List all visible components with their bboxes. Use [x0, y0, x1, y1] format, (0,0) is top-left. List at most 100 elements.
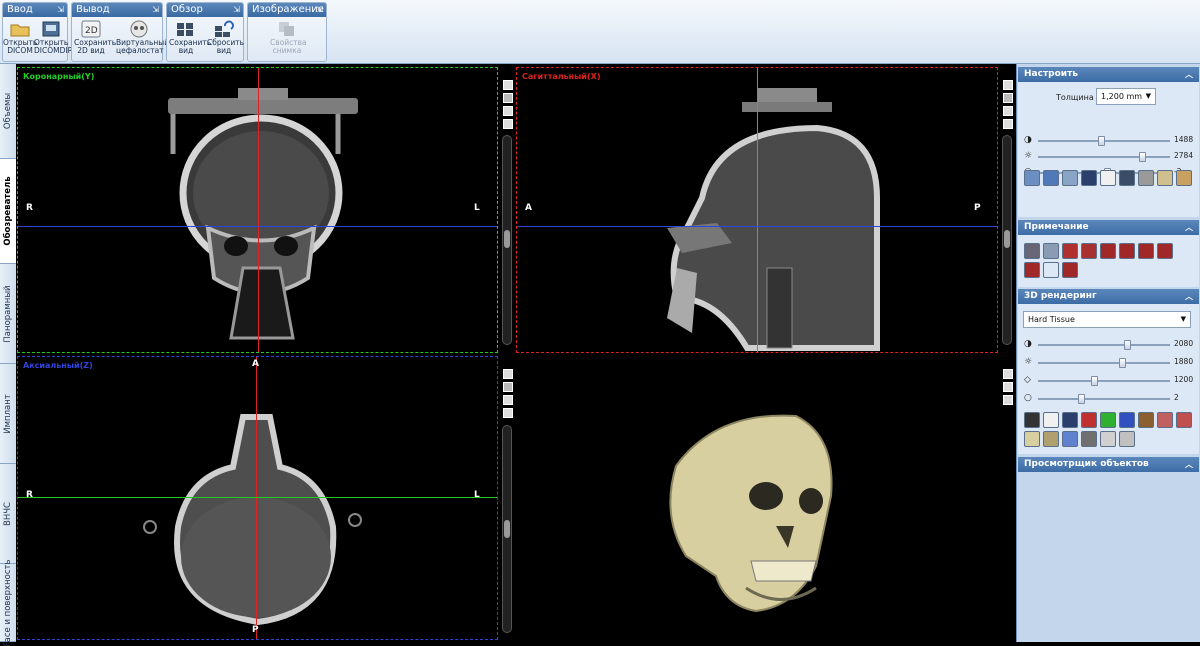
collapse-icon[interactable]: ︿	[1185, 220, 1193, 235]
sphere-icon[interactable]	[1081, 431, 1097, 447]
reset-icon[interactable]	[503, 408, 513, 418]
image-mode-icon[interactable]	[1100, 170, 1116, 186]
collapse-icon[interactable]: ︿	[1185, 67, 1193, 82]
slider-track[interactable]	[1038, 358, 1170, 368]
angle-tool-icon[interactable]	[1043, 243, 1059, 259]
annotation-section-header[interactable]: Примечание ︿	[1018, 220, 1199, 235]
camera-icon[interactable]	[503, 106, 513, 116]
slider-track[interactable]	[1038, 340, 1170, 350]
slider-track[interactable]	[1038, 394, 1170, 404]
window-icon[interactable]	[1062, 412, 1078, 428]
collapse-icon[interactable]: ︿	[1185, 457, 1193, 472]
rotate-tool-icon[interactable]	[1062, 170, 1078, 186]
hand-tool-icon[interactable]	[1157, 170, 1173, 186]
slider-track[interactable]	[1038, 152, 1170, 162]
measure-tool-icon[interactable]	[1176, 170, 1192, 186]
expand-icon[interactable]: ⇲	[316, 3, 323, 17]
render-mode-icon[interactable]	[503, 93, 513, 103]
slider-track[interactable]	[1038, 376, 1170, 386]
ellipse-tool-icon[interactable]	[1119, 243, 1135, 259]
coronal-crosshair-line[interactable]	[18, 497, 497, 498]
slider-handle[interactable]	[1098, 136, 1105, 146]
render-mode-icon[interactable]	[503, 382, 513, 392]
tab-implant[interactable]: Имплант	[0, 364, 16, 464]
density-tool-icon[interactable]	[1024, 262, 1040, 278]
pan-tool-icon[interactable]	[1043, 170, 1059, 186]
sagittal-viewport[interactable]: Сагиттальный(X) A P	[516, 67, 998, 353]
ruler-tool-icon[interactable]	[1024, 243, 1040, 259]
reset-icon[interactable]	[1003, 119, 1013, 129]
image-properties-button[interactable]: Свойства снимка	[270, 19, 307, 61]
palette-icon[interactable]	[1062, 431, 1078, 447]
light-icon[interactable]	[1043, 412, 1059, 428]
reset-icon[interactable]	[1003, 395, 1013, 405]
box-red-icon[interactable]	[1176, 412, 1192, 428]
adjust-section-header[interactable]: Настроить ︿	[1018, 67, 1199, 82]
polyline-tool-icon[interactable]	[1138, 243, 1154, 259]
frame-icon[interactable]	[1119, 170, 1135, 186]
note-tool-icon[interactable]	[1081, 243, 1097, 259]
coronal-crosshair-line[interactable]	[757, 68, 758, 352]
render-image-icon[interactable]	[1024, 412, 1040, 428]
axial-viewport[interactable]: Аксиальный(Z) R L A P	[17, 356, 498, 640]
expand-icon[interactable]: ⇲	[57, 3, 64, 17]
cube-icon[interactable]	[1138, 412, 1154, 428]
maximize-icon[interactable]	[503, 80, 513, 90]
eraser-icon[interactable]	[1119, 431, 1135, 447]
render-mode-icon[interactable]	[1003, 93, 1013, 103]
scroll-thumb[interactable]	[504, 520, 510, 538]
collapse-icon[interactable]: ︿	[1185, 289, 1193, 304]
pan-cephalo-icon[interactable]	[1138, 170, 1154, 186]
coronal-slice-scrollbar[interactable]	[502, 135, 512, 345]
sagittal-crosshair-line[interactable]	[258, 68, 259, 352]
tab-face-surface[interactable]: Face и поверхность	[0, 559, 16, 646]
slider-handle[interactable]	[1119, 358, 1126, 368]
sagittal-crosshair-line[interactable]	[256, 357, 257, 639]
clip-green-icon[interactable]	[1100, 412, 1116, 428]
expand-icon[interactable]: ⇲	[152, 3, 159, 17]
slider-handle[interactable]	[1091, 376, 1098, 386]
save-2d-view-button[interactable]: 2D Сохранить 2D вид	[74, 19, 116, 61]
axial-crosshair-line[interactable]	[517, 226, 997, 227]
open-dicomdir-button[interactable]: Открыть DICOMDIR	[34, 19, 73, 61]
point-tool-icon[interactable]	[1043, 262, 1059, 278]
camera-icon[interactable]	[1003, 382, 1013, 392]
slider-handle[interactable]	[1078, 394, 1085, 404]
3d-render-viewport[interactable]	[516, 356, 998, 640]
open-dicom-button[interactable]: Открыть DICOM	[3, 19, 37, 61]
maximize-icon[interactable]	[1003, 369, 1013, 379]
slider-handle[interactable]	[1124, 340, 1131, 350]
virtual-cephalostat-button[interactable]: Виртуальный цефалостат	[116, 19, 169, 61]
maximize-icon[interactable]	[1003, 80, 1013, 90]
slider-track[interactable]	[1038, 136, 1170, 146]
object-viewer-section-header[interactable]: Просмотрщик объектов ︿	[1018, 457, 1199, 472]
scroll-thumb[interactable]	[504, 230, 510, 248]
save-view-button[interactable]: Сохранить вид	[169, 19, 211, 61]
window-level-icon[interactable]	[1081, 170, 1097, 186]
tab-panoramic[interactable]: Панорамный	[0, 264, 16, 364]
axial-slice-scrollbar[interactable]	[502, 425, 512, 633]
reset-view-button[interactable]: Сбросить вид	[207, 19, 244, 61]
expand-icon[interactable]: ⇲	[233, 3, 240, 17]
axial-crosshair-line[interactable]	[18, 226, 497, 227]
camera-icon[interactable]	[503, 395, 513, 405]
clip-blue-icon[interactable]	[1119, 412, 1135, 428]
crop-box-icon[interactable]	[1157, 412, 1173, 428]
tab-volumes[interactable]: Объемы	[0, 64, 16, 159]
skull-icon[interactable]	[1024, 431, 1040, 447]
tab-viewer[interactable]: Обозреватель	[0, 159, 16, 264]
reset-icon[interactable]	[503, 119, 513, 129]
skull-soft-icon[interactable]	[1043, 431, 1059, 447]
slider-handle[interactable]	[1139, 152, 1146, 162]
sagittal-slice-scrollbar[interactable]	[1002, 135, 1012, 345]
thickness-select[interactable]: 1,200 mm ▼	[1096, 88, 1156, 105]
arrow-tool-icon[interactable]	[1100, 243, 1116, 259]
scroll-thumb[interactable]	[1004, 230, 1010, 248]
area-tool-icon[interactable]	[1157, 243, 1173, 259]
coronal-viewport[interactable]: Коронарный(Y) R L	[17, 67, 498, 353]
clip-red-icon[interactable]	[1081, 412, 1097, 428]
camera-icon[interactable]	[1003, 106, 1013, 116]
3d-render-section-header[interactable]: 3D рендеринг ︿	[1018, 289, 1199, 304]
tab-tmj[interactable]: ВНЧС	[0, 464, 16, 564]
face-icon[interactable]	[1100, 431, 1116, 447]
